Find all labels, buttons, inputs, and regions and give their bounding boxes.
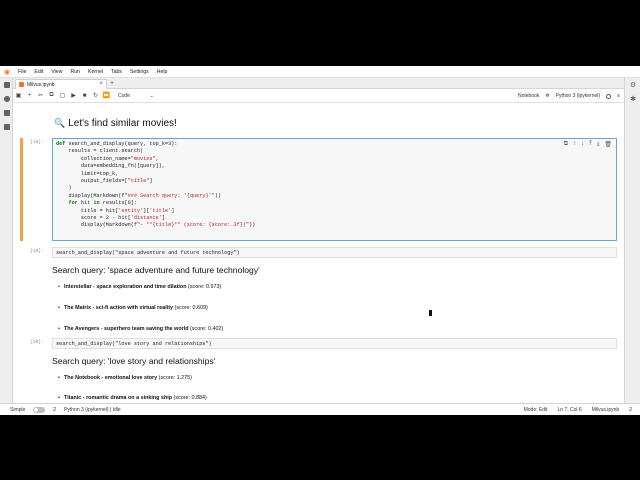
cell-prompt: [20]: [30,340,44,345]
kebab-menu-icon[interactable]: ≡ [617,93,620,99]
move-up-icon[interactable]: ↑ [573,141,576,148]
cut-icon[interactable]: ✂ [35,92,46,99]
list-item: Titanic - romantic drama on a sinking sh… [58,395,207,401]
output-heading: Search query: 'space adventure and futur… [52,265,260,275]
bug-icon[interactable]: ✲ [545,93,549,99]
close-icon[interactable]: × [99,81,103,87]
left-sidebar [0,78,13,403]
notebook-toolbar: ▣ + ✂ ⧉ ▢ ▶ ■ ↻ ⏩ Code ⌄ Notebook ✲ Pyth… [13,89,624,103]
kernel-status[interactable]: Python 3 (ipykernel) | Idle [64,407,121,413]
jupyter-logo-icon: ◉ [3,68,11,76]
notification-count[interactable]: 2 [629,407,632,413]
jupyterlab-window: ◉ File Edit View Run Kernel Tabs Setting… [0,66,640,415]
menu-run[interactable]: Run [66,66,84,78]
menu-kernel[interactable]: Kernel [84,66,107,78]
markdown-heading: 🔍 Let's find similar movies! [54,118,177,129]
kernel-status-icon [606,93,612,99]
code-cell[interactable]: search_and_display("space adventure and … [52,247,617,258]
add-cell-icon[interactable]: + [24,93,35,99]
kernel-label[interactable]: Python 3 (ipykernel) [556,93,600,99]
chevron-down-icon: ⌄ [149,92,154,99]
list-item: The Matrix - sci-fi action with virtual … [58,305,208,311]
table-of-contents-icon[interactable] [0,106,13,120]
fast-forward-icon[interactable]: ⏩ [101,92,112,99]
edit-mode: Mode: Edit [523,406,548,413]
property-inspector-icon[interactable]: ⚙ [625,78,640,92]
menu-view[interactable]: View [47,66,66,78]
list-item: The Avengers - superhero team saving the… [58,326,223,332]
file-browser-icon[interactable] [0,78,13,92]
right-sidebar: ⚙ ✱ [624,78,640,403]
restart-icon[interactable]: ↻ [90,92,101,99]
run-icon[interactable]: ▶ [68,92,79,99]
menu-edit[interactable]: Edit [30,66,47,78]
list-item: Interstellar - space exploration and tim… [58,284,221,290]
paste-icon[interactable]: ▢ [57,92,68,99]
stop-icon[interactable]: ■ [79,93,90,99]
cell-type-value: Code [118,92,130,99]
tab-title: Milvus.ipynb [27,81,55,88]
code-editor[interactable]: def search_and_display(query, top_k=3): … [56,141,255,230]
menu-help[interactable]: Help [153,66,172,78]
menu-tabs[interactable]: Tabs [107,66,126,78]
file-name: Milvus.ipynb [591,406,620,413]
extensions-icon[interactable] [0,120,13,134]
cursor-position[interactable]: Ln 7, Col 6 [558,407,582,413]
mouse-cursor-icon [429,310,432,316]
cell-type-select[interactable]: Code ⌄ [118,93,154,99]
menu-settings[interactable]: Settings [126,66,153,78]
code-editor[interactable]: search_and_display("love story and relat… [56,341,212,347]
insert-above-icon[interactable]: ⤒ [589,141,592,148]
save-icon[interactable]: ▣ [13,92,24,99]
add-tab-button[interactable]: + [110,79,114,88]
output-heading: Search query: 'love story and relationsh… [52,356,216,366]
notebook-panel: 🔍 Let's find similar movies! [18]: def s… [13,104,624,403]
tab-milvus-notebook[interactable]: Milvus.ipynb × [15,79,107,89]
simple-mode-label: Simple [10,406,26,413]
code-editor[interactable]: search_and_display("space adventure and … [56,250,240,256]
running-kernels-icon[interactable] [0,92,13,106]
tab-bar: Milvus.ipynb × + [13,78,624,89]
status-bar: Simple 2 Python 3 (ipykernel) | Idle Mod… [0,403,640,415]
active-cell-indicator [20,138,23,241]
list-item: The Notebook - emotional love story (sco… [58,375,192,381]
notebook-icon [19,82,24,87]
terminal-count: 2 [53,406,57,413]
copy-icon[interactable]: ⧉ [46,92,57,99]
cell-prompt: [19]: [30,249,44,254]
notebook-label[interactable]: Notebook [518,93,539,99]
debugger-icon[interactable]: ✱ [625,92,640,106]
menubar: ◉ File Edit View Run Kernel Tabs Setting… [0,66,640,78]
insert-below-icon[interactable]: ⤓ [597,141,600,148]
code-cell[interactable]: search_and_display("love story and relat… [52,338,617,349]
code-cell-active[interactable]: def search_and_display(query, top_k=3): … [52,138,617,241]
move-down-icon[interactable]: ↓ [581,141,584,148]
simple-mode-toggle[interactable] [33,406,46,413]
cell-prompt: [18]: [30,140,44,145]
duplicate-icon[interactable]: ⧉ [564,141,568,148]
delete-icon[interactable]: 🗑 [604,141,612,148]
cell-toolbar: ⧉ ↑ ↓ ⤒ ⤓ 🗑 [564,141,612,148]
magnifier-icon: 🔍 [54,118,66,128]
heading-text: Let's find similar movies! [68,118,177,129]
menu-file[interactable]: File [14,66,30,78]
